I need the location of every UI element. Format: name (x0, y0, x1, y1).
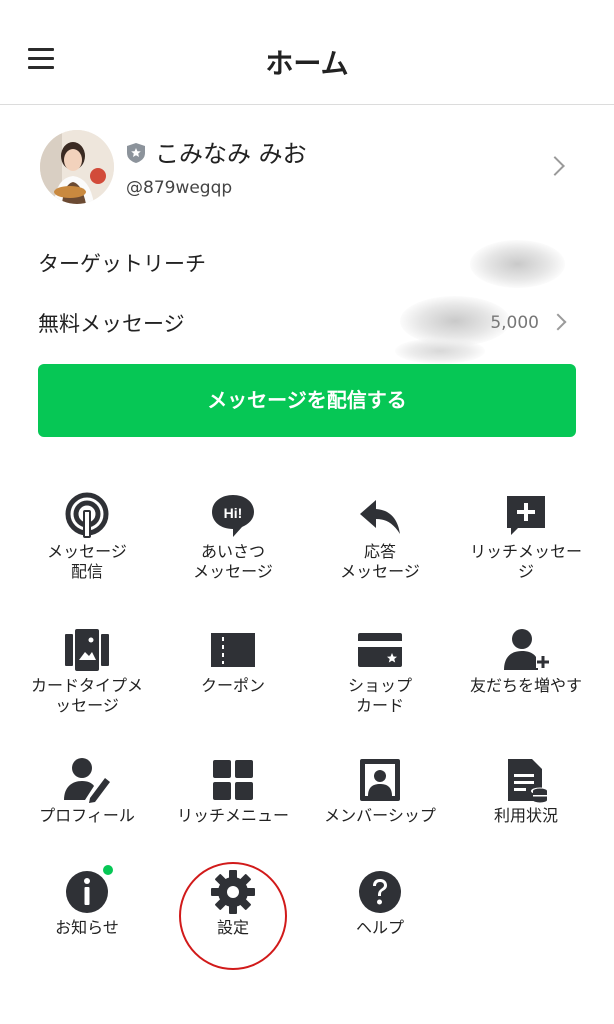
menu-label: カードタイプメ ッセージ (30, 676, 143, 715)
hi-chat-bubble-icon: Hi! (212, 495, 254, 537)
menu-label: お知らせ (55, 918, 119, 937)
usage-report-icon (508, 759, 549, 803)
target-reach-label: ターゲットリーチ (38, 252, 206, 276)
account-profile-row[interactable]: こみなみ みお @879wegqp (0, 106, 614, 224)
menu-label: メンバーシップ (324, 806, 436, 825)
menu-help[interactable]: ヘルプ (305, 868, 455, 978)
shop-card-icon (358, 633, 402, 667)
menu-profile[interactable]: プロフィール (12, 756, 162, 866)
settings-highlight-circle (179, 862, 287, 970)
menu-coupon[interactable]: クーポン (158, 626, 308, 736)
grid-icon (213, 760, 253, 800)
menu-label: クーポン (200, 676, 265, 695)
menu-label: リッチメニュー (176, 806, 289, 825)
menu-rich-menu[interactable]: リッチメニュー (158, 756, 308, 866)
help-icon (359, 871, 401, 913)
account-name: こみなみ みお (155, 140, 307, 168)
menu-rich-message[interactable]: リッチメッセー ジ (451, 492, 601, 602)
avatar (40, 130, 114, 204)
page-title: ホーム (265, 47, 349, 80)
chevron-right-icon (549, 313, 567, 331)
menu-membership[interactable]: メンバーシップ (305, 756, 455, 866)
reply-icon (360, 500, 400, 534)
add-friend-icon (504, 629, 550, 670)
edit-profile-icon (64, 758, 110, 803)
svg-text:Hi!: Hi! (224, 505, 243, 521)
menu-label: メッセージ 配信 (47, 542, 127, 581)
menu-card-message[interactable]: カードタイプメ ッセージ (12, 626, 162, 736)
free-messages-value: 5,000 (490, 313, 539, 333)
notification-dot (103, 865, 113, 875)
member-card-icon (360, 759, 400, 801)
app-header: ホーム (0, 0, 614, 105)
target-reach-row: ターゲットリーチ (0, 238, 614, 288)
free-messages-label: 無料メッセージ (38, 312, 185, 336)
menu-add-friends[interactable]: 友だちを増やす (451, 626, 601, 736)
chevron-right-icon (545, 156, 565, 176)
blurred-value (395, 338, 485, 364)
menu-label: 友だちを増やす (469, 676, 582, 695)
menu-label: プロフィール (39, 806, 135, 825)
menu-message-broadcast[interactable]: メッセージ 配信 (12, 492, 162, 602)
menu-usage[interactable]: 利用状況 (451, 756, 601, 866)
free-messages-row[interactable]: 無料メッセージ 5,000 (0, 296, 614, 364)
menu-greeting-message[interactable]: Hi! あいさつ メッセージ (158, 492, 308, 602)
ticket-icon (211, 633, 255, 667)
send-message-button[interactable]: メッセージを配信する (38, 364, 576, 437)
account-id: @879wegqp (126, 178, 233, 198)
menu-shop-card[interactable]: ショップ カード (305, 626, 455, 736)
menu-label: 利用状況 (493, 806, 558, 825)
menu-notifications[interactable]: お知らせ (12, 865, 162, 978)
menu-label: 応答 メッセージ (340, 542, 420, 581)
menu-auto-reply[interactable]: 応答 メッセージ (305, 492, 455, 602)
menu-label: リッチメッセー ジ (469, 542, 582, 581)
shield-icon (127, 143, 145, 163)
card-stack-icon (65, 629, 109, 671)
menu-label: あいさつ メッセージ (193, 542, 273, 581)
menu-label: ヘルプ (355, 918, 404, 937)
info-icon (66, 871, 108, 913)
blurred-value (470, 240, 565, 288)
add-message-icon (507, 496, 545, 535)
menu-label: ショップ カード (347, 676, 412, 715)
broadcast-icon (65, 492, 109, 538)
